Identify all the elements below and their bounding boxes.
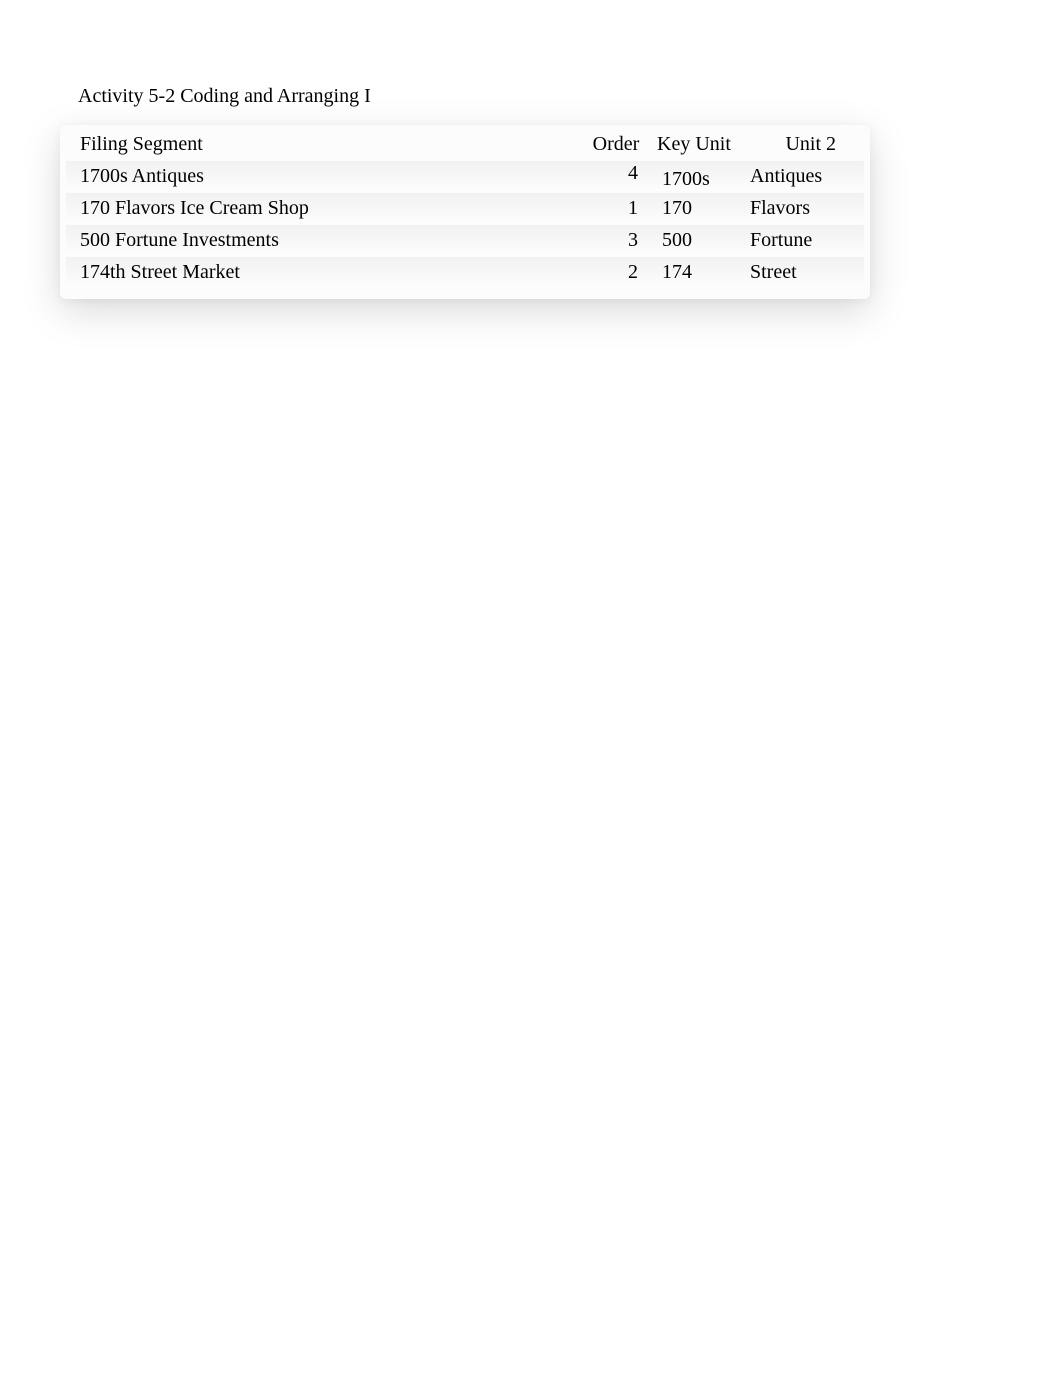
cell-key-unit: 174 xyxy=(646,261,742,284)
cell-key-unit: 500 xyxy=(646,229,742,252)
cell-order: 4 xyxy=(586,162,646,185)
cell-unit2: Street xyxy=(742,261,850,284)
cell-order: 2 xyxy=(586,261,646,284)
table-row: 1700s Antiques 4 1700s Antiques xyxy=(66,161,864,191)
header-filing-segment: Filing Segment xyxy=(66,133,586,156)
cell-order: 1 xyxy=(586,197,646,220)
cell-unit2: Fortune xyxy=(742,229,850,252)
filing-table: Filing Segment Order Key Unit Unit 2 170… xyxy=(60,125,870,299)
cell-unit2: Antiques xyxy=(742,165,850,188)
header-order: Order xyxy=(586,133,646,156)
cell-unit2: Flavors xyxy=(742,197,850,220)
cell-key-unit: 170 xyxy=(646,197,742,220)
cell-filing-segment: 500 Fortune Investments xyxy=(66,229,586,252)
header-unit2: Unit 2 xyxy=(742,133,850,156)
cell-filing-segment: 174th Street Market xyxy=(66,261,586,284)
table-row: 170 Flavors Ice Cream Shop 1 170 Flavors xyxy=(66,193,864,223)
header-key-unit: Key Unit xyxy=(646,133,742,156)
table-row: 174th Street Market 2 174 Street xyxy=(66,257,864,287)
cell-filing-segment: 170 Flavors Ice Cream Shop xyxy=(66,197,586,220)
cell-order: 3 xyxy=(586,229,646,252)
cell-key-unit: 1700s xyxy=(646,168,742,191)
table-header-row: Filing Segment Order Key Unit Unit 2 xyxy=(66,129,864,159)
table-row: 500 Fortune Investments 3 500 Fortune xyxy=(66,225,864,255)
cell-filing-segment: 1700s Antiques xyxy=(66,165,586,188)
activity-title: Activity 5-2 Coding and Arranging I xyxy=(78,85,371,108)
